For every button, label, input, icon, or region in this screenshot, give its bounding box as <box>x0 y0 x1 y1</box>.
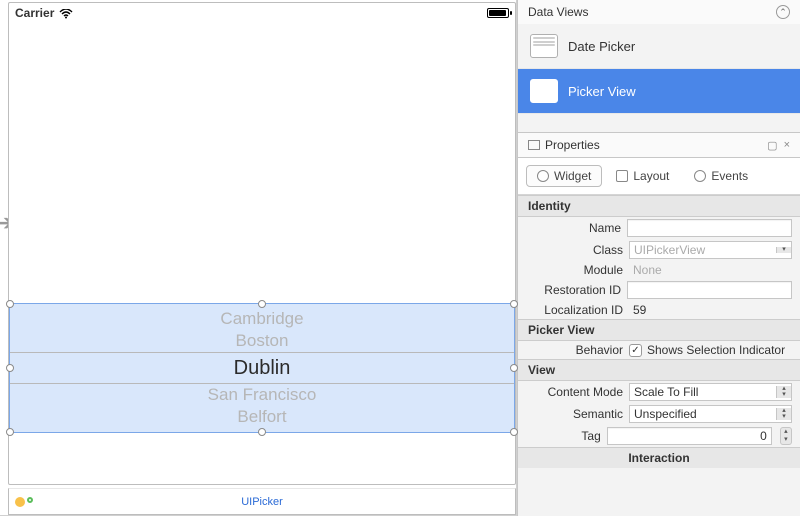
group-pickerview: Picker View <box>518 319 800 341</box>
inspector-panel: Data Views ⌃ Date Picker Picker View Pro… <box>517 0 800 516</box>
localization-value: 59 <box>629 303 792 317</box>
tab-events[interactable]: Events <box>683 165 759 187</box>
tab-widget[interactable]: Widget <box>526 165 602 187</box>
properties-icon <box>528 140 540 150</box>
class-label: Class <box>518 243 623 257</box>
exit-icon[interactable] <box>27 497 33 503</box>
semantic-value: Unspecified <box>630 407 776 421</box>
name-field[interactable] <box>627 219 792 237</box>
tab-label: Widget <box>554 169 591 183</box>
picker-item-selected: Dublin <box>10 352 514 384</box>
class-value: UIPickerView <box>630 243 776 257</box>
semantic-label: Semantic <box>518 407 623 421</box>
localization-label: Localization ID <box>518 303 623 317</box>
semantic-select[interactable]: Unspecified▴▾ <box>629 405 792 423</box>
carrier-label: Carrier <box>15 6 54 20</box>
module-value: None <box>629 263 792 277</box>
picker-item: Cambridge <box>10 308 514 330</box>
datepicker-icon <box>530 34 558 58</box>
contentmode-value: Scale To Fill <box>630 385 776 399</box>
dropdown-icon[interactable]: ▴▾ <box>776 408 791 420</box>
contentmode-label: Content Mode <box>518 385 623 399</box>
resize-handle[interactable] <box>510 300 518 308</box>
popout-icon[interactable]: ▢ <box>767 139 777 152</box>
scene-dock[interactable]: UIPicker <box>8 488 516 515</box>
resize-handle[interactable] <box>258 300 266 308</box>
resize-handle[interactable] <box>6 428 14 436</box>
resize-handle[interactable] <box>258 428 266 436</box>
behavior-label: Behavior <box>518 343 623 357</box>
first-responder-icon[interactable] <box>15 497 25 507</box>
tab-label: Layout <box>633 169 669 183</box>
library-item-datepicker[interactable]: Date Picker <box>518 24 800 69</box>
dropdown-icon[interactable]: ▾ <box>776 247 791 253</box>
shows-selection-checkbox[interactable]: ✓ <box>629 344 642 357</box>
picker-wheel[interactable]: Cambridge Boston Dublin San Francisco Be… <box>10 310 514 426</box>
restoration-field[interactable] <box>627 281 792 299</box>
device-frame: Carrier Cambridge Boston <box>8 2 516 485</box>
library-item-pickerview[interactable]: Picker View <box>518 69 800 114</box>
shows-selection-label: Shows Selection Indicator <box>647 343 785 357</box>
close-icon[interactable]: × <box>784 139 790 152</box>
uipickerview-selection[interactable]: Cambridge Boston Dublin San Francisco Be… <box>9 303 515 433</box>
class-combo[interactable]: UIPickerView▾ <box>629 241 792 259</box>
group-identity: Identity <box>518 195 800 217</box>
tag-label: Tag <box>518 429 601 443</box>
picker-item: San Francisco <box>10 384 514 406</box>
contentmode-select[interactable]: Scale To Fill▴▾ <box>629 383 792 401</box>
group-interaction: Interaction <box>518 447 800 468</box>
tag-stepper[interactable]: ▴▾ <box>780 427 792 445</box>
resize-handle[interactable] <box>510 428 518 436</box>
tag-field[interactable] <box>607 427 772 445</box>
picker-item: Boston <box>10 330 514 352</box>
library-item-label: Date Picker <box>568 39 635 54</box>
pickerview-icon <box>530 79 558 103</box>
status-bar: Carrier <box>9 3 515 23</box>
module-label: Module <box>518 263 623 277</box>
wifi-icon <box>59 8 73 18</box>
dropdown-icon[interactable]: ▴▾ <box>776 386 791 398</box>
tab-label: Events <box>711 169 748 183</box>
library-item-label: Picker View <box>568 84 636 99</box>
layout-tab-icon <box>616 170 628 182</box>
properties-header: Properties ▢ × <box>518 133 800 158</box>
restoration-label: Restoration ID <box>518 283 621 297</box>
widget-tab-icon <box>537 170 549 182</box>
name-label: Name <box>518 221 621 235</box>
design-canvas[interactable]: ➔ Carrier <box>0 0 517 516</box>
battery-icon <box>487 8 509 18</box>
properties-title: Properties <box>545 138 600 152</box>
scene-title: UIPicker <box>241 496 283 508</box>
picker-item: Belfort <box>10 406 514 428</box>
tab-layout[interactable]: Layout <box>605 165 680 187</box>
dataviews-title: Data Views <box>528 5 588 19</box>
dataviews-header[interactable]: Data Views ⌃ <box>518 0 800 24</box>
group-view: View <box>518 359 800 381</box>
events-tab-icon <box>694 170 706 182</box>
resize-handle[interactable] <box>6 300 14 308</box>
collapse-icon[interactable]: ⌃ <box>776 5 790 19</box>
